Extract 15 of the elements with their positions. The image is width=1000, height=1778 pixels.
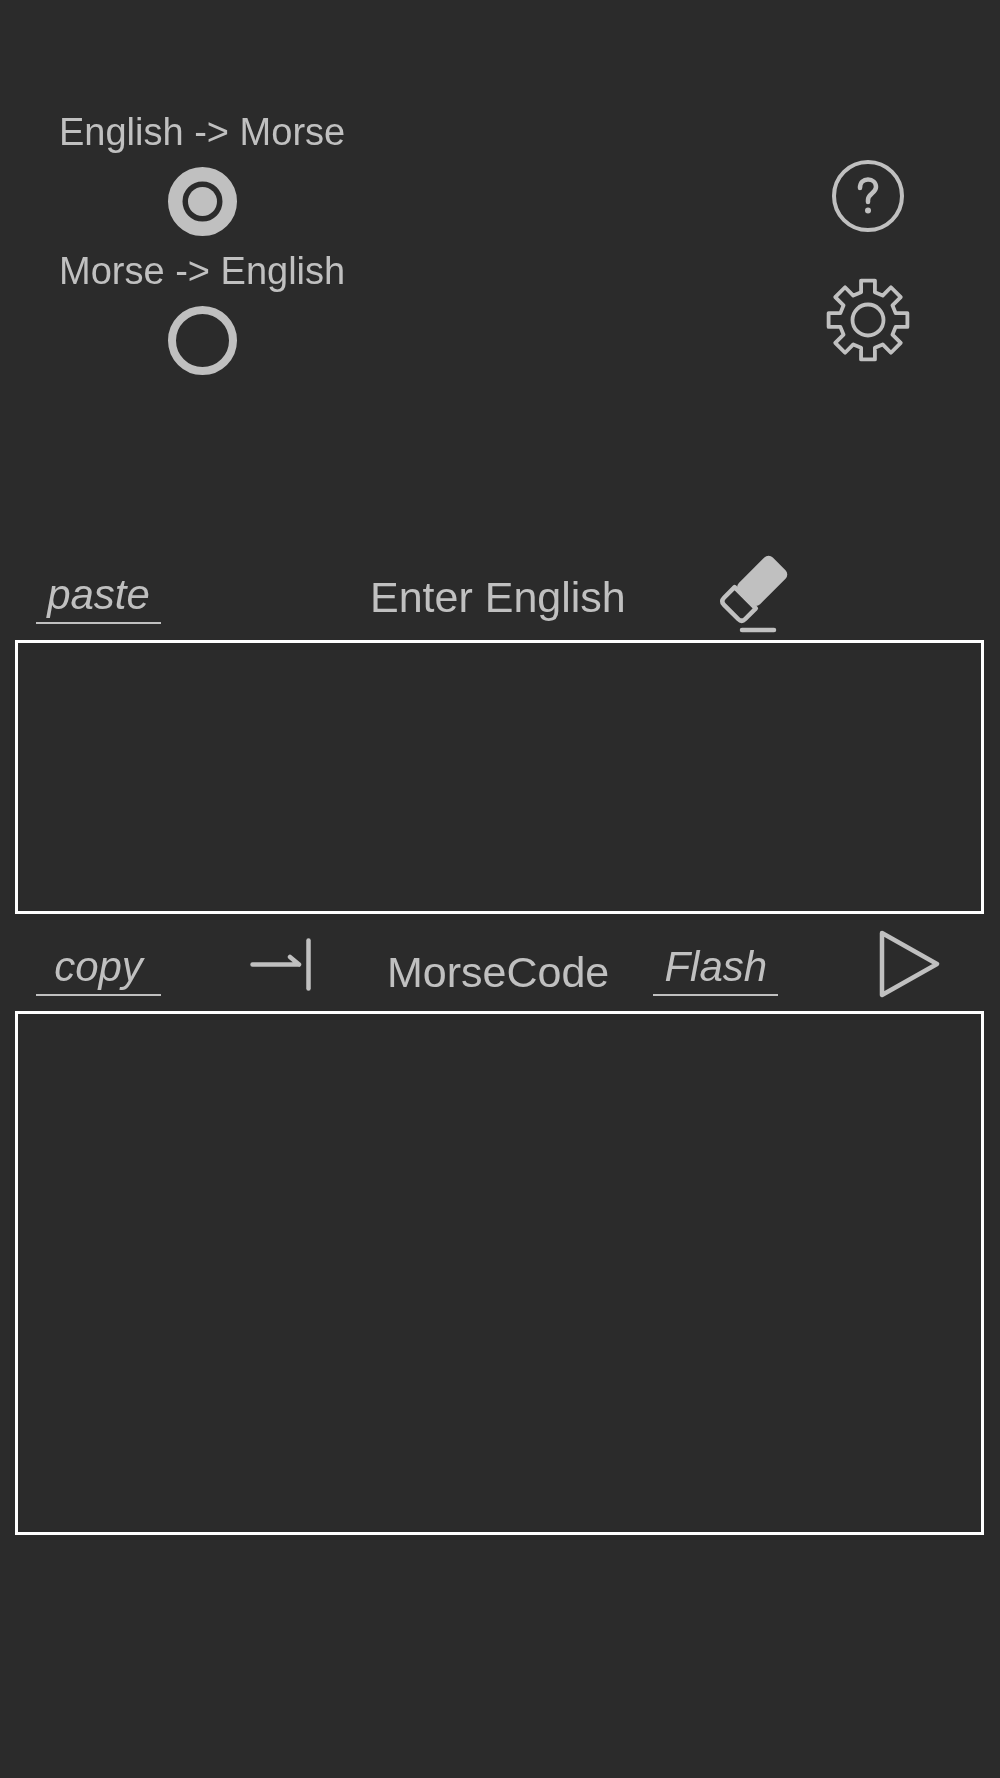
flash-link[interactable]: Flash: [653, 946, 779, 996]
radio-button[interactable]: [167, 167, 237, 236]
output-field[interactable]: [15, 1011, 984, 1535]
arrow-to-bar-icon[interactable]: [250, 938, 312, 991]
play-icon[interactable]: [879, 930, 941, 998]
settings-icon[interactable]: [826, 278, 910, 362]
panel-heading: MorseCode: [387, 951, 610, 994]
mode-label: English -> Morse: [59, 113, 346, 151]
input-field[interactable]: [15, 640, 984, 914]
radio-button[interactable]: [167, 306, 237, 375]
panel-heading: Enter English: [370, 576, 626, 619]
mode-label: Morse -> English: [59, 252, 346, 290]
paste-link[interactable]: paste: [36, 574, 161, 624]
copy-link[interactable]: copy: [36, 946, 161, 996]
help-icon[interactable]: [832, 160, 904, 232]
